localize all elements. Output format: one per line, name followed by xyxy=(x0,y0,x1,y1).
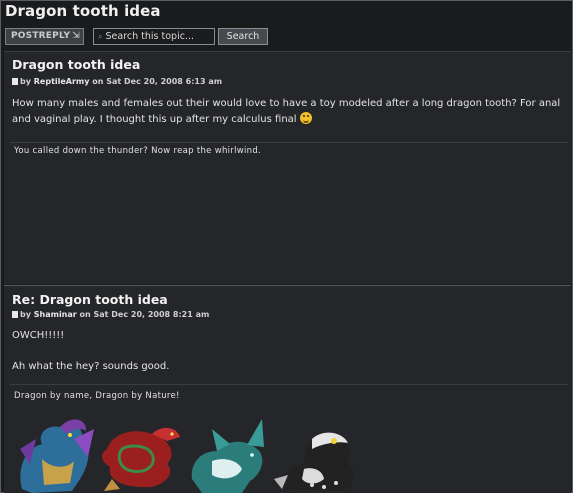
post-title[interactable]: Re: Dragon tooth idea xyxy=(12,292,168,307)
post-reply-label: POSTREPLY xyxy=(11,31,71,41)
search-icon: ⌕ xyxy=(98,32,103,41)
search-input[interactable]: ⌕ Search this topic... xyxy=(93,28,215,45)
signature: Dragon by name, Dragon by Nature! xyxy=(14,391,180,401)
author-name[interactable]: Shaminar xyxy=(34,310,77,319)
post: Re: Dragon tooth idea by Shaminar on Sat… xyxy=(4,285,571,493)
post-reply-button[interactable]: POSTREPLY ⇲ xyxy=(5,28,84,45)
blue-dragon-image xyxy=(20,419,94,493)
signature-divider xyxy=(10,142,568,143)
red-dragon-image xyxy=(102,427,180,491)
search-button[interactable]: Search xyxy=(218,28,268,45)
black-dragon-image xyxy=(274,432,355,491)
post-content-line: OWCH!!!!! xyxy=(12,330,65,341)
post-title[interactable]: Dragon tooth idea xyxy=(12,57,140,72)
document-icon[interactable] xyxy=(12,311,18,318)
search-placeholder: Search this topic... xyxy=(105,31,194,42)
signature-divider xyxy=(10,384,568,385)
post-content-line: Ah what the hey? sounds good. xyxy=(12,361,170,372)
post-content: How many males and females out their wou… xyxy=(12,98,561,125)
teal-dragon-image xyxy=(191,419,264,493)
post-date: on Sat Dec 20, 2008 6:13 am xyxy=(92,77,223,86)
topic-toolbar: POSTREPLY ⇲ ⌕ Search this topic... Search xyxy=(5,28,570,46)
topic-title: Dragon tooth idea xyxy=(5,2,161,20)
arrow-icon: ⇲ xyxy=(72,31,80,41)
document-icon[interactable] xyxy=(12,78,18,85)
author-name[interactable]: ReptileArmy xyxy=(34,77,90,86)
post: Dragon tooth idea by ReptileArmy on Sat … xyxy=(4,51,571,284)
post-author-line: by Shaminar on Sat Dec 20, 2008 8:21 am xyxy=(12,310,209,319)
post-date: on Sat Dec 20, 2008 8:21 am xyxy=(79,310,210,319)
post-author-line: by ReptileArmy on Sat Dec 20, 2008 6:13 … xyxy=(12,77,222,86)
laughing-smiley-icon xyxy=(299,112,312,124)
signature: You called down the thunder? Now reap th… xyxy=(14,146,262,156)
signature-dragon-images xyxy=(20,419,355,493)
